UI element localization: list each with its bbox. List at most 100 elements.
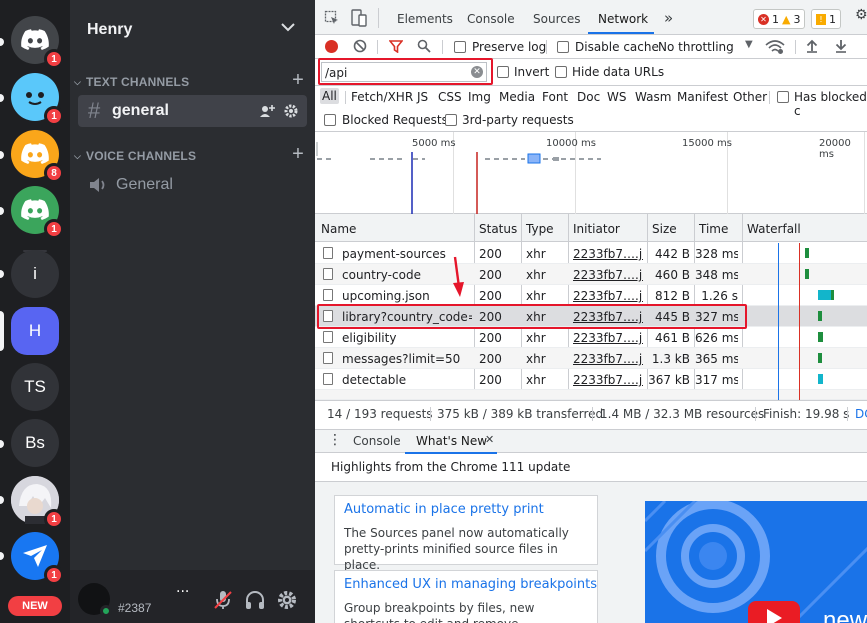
server-henry[interactable]: H bbox=[11, 307, 59, 355]
export-har-icon[interactable] bbox=[835, 39, 847, 53]
mic-muted-icon[interactable] bbox=[212, 589, 234, 611]
type-filter-ws[interactable]: WS bbox=[607, 90, 626, 104]
server-bs[interactable]: Bs bbox=[11, 419, 59, 467]
more-tabs-icon[interactable]: » bbox=[664, 9, 673, 27]
gear-icon[interactable] bbox=[283, 103, 299, 119]
hide-data-urls-checkbox[interactable] bbox=[555, 66, 567, 78]
type-filter-other[interactable]: Other bbox=[733, 90, 767, 104]
tab-console[interactable]: Console bbox=[467, 12, 515, 26]
type-filter-doc[interactable]: Doc bbox=[577, 90, 600, 104]
type-filter-all[interactable]: All bbox=[320, 88, 339, 104]
request-initiator-link[interactable]: 2233fb7….j… bbox=[573, 352, 643, 366]
tab-elements[interactable]: Elements bbox=[397, 12, 453, 26]
table-row[interactable]: detectable 200 xhr 2233fb7….j… 367 kB 31… bbox=[315, 369, 867, 390]
settings-icon[interactable]: ⚙ bbox=[855, 7, 867, 23]
promo-video-thumbnail[interactable]: new bbox=[645, 501, 867, 623]
col-type-header[interactable]: Type bbox=[526, 222, 554, 236]
drawer-tab-console[interactable]: Console bbox=[353, 434, 401, 448]
table-row[interactable]: upcoming.json 200 xhr 2233fb7….j… 812 B … bbox=[315, 285, 867, 306]
feature-card[interactable]: Automatic in place pretty print The Sour… bbox=[334, 495, 598, 572]
filter-value: /api bbox=[325, 66, 348, 80]
info-counter[interactable]: ! 1 bbox=[811, 9, 841, 29]
channel-voice-general[interactable]: General bbox=[78, 169, 307, 201]
table-row[interactable]: country-code 200 xhr 2233fb7….j… 460 B 3… bbox=[315, 264, 867, 285]
type-filter-fetch-xhr[interactable]: Fetch/XHR bbox=[351, 90, 413, 104]
clear-filter-icon[interactable]: ✕ bbox=[471, 66, 483, 78]
feature-card[interactable]: Enhanced UX in managing breakpoints Grou… bbox=[334, 570, 598, 623]
disable-cache-checkbox[interactable] bbox=[557, 41, 569, 53]
filter-input[interactable]: /api ✕ bbox=[321, 62, 487, 82]
third-party-checkbox[interactable] bbox=[445, 114, 457, 126]
search-icon[interactable] bbox=[417, 39, 431, 53]
request-time: 365 ms bbox=[695, 352, 738, 366]
issues-counter[interactable]: ✕ 1 ▲ 3 bbox=[753, 9, 806, 29]
server-ts[interactable]: TS bbox=[11, 363, 59, 411]
request-initiator-link[interactable]: 2233fb7….j… bbox=[573, 247, 643, 261]
table-row-selected[interactable]: library?country_code=… 200 xhr 2233fb7….… bbox=[315, 306, 867, 327]
add-member-icon[interactable] bbox=[259, 103, 275, 119]
col-initiator-header[interactable]: Initiator bbox=[573, 222, 620, 236]
drawer-tab-whats-new[interactable]: What's New bbox=[416, 434, 487, 448]
tab-sources[interactable]: Sources bbox=[533, 12, 580, 26]
blocked-requests-checkbox[interactable] bbox=[324, 114, 336, 126]
server-smiley[interactable]: 1 bbox=[11, 73, 64, 126]
new-unreads-pill[interactable]: NEW bbox=[8, 596, 62, 616]
col-status-header[interactable]: Status bbox=[479, 222, 517, 236]
col-waterfall-header[interactable]: Waterfall bbox=[747, 222, 801, 236]
disable-cache-label: Disable cache bbox=[575, 40, 659, 54]
server-green[interactable]: 1 bbox=[11, 186, 64, 239]
type-filter-js[interactable]: JS bbox=[417, 90, 428, 104]
inspect-element-icon[interactable] bbox=[324, 10, 340, 26]
feature-title-link[interactable]: Automatic in place pretty print bbox=[344, 502, 544, 517]
drawer-menu-icon[interactable]: ⋮ bbox=[328, 432, 342, 448]
col-size-header[interactable]: Size bbox=[652, 222, 677, 236]
type-filter-wasm[interactable]: Wasm bbox=[635, 90, 671, 104]
table-row[interactable]: eligibility 200 xhr 2233fb7….j… 461 B 62… bbox=[315, 327, 867, 348]
request-initiator-link[interactable]: 2233fb7….j… bbox=[573, 310, 643, 324]
type-filter-img[interactable]: Img bbox=[468, 90, 491, 104]
add-channel-icon[interactable]: + bbox=[292, 143, 304, 166]
add-channel-icon[interactable]: + bbox=[292, 69, 304, 92]
throttling-select[interactable]: No throttling bbox=[658, 40, 734, 54]
filter-bar: /api ✕ Invert Hide data URLs bbox=[315, 59, 867, 86]
import-har-icon[interactable] bbox=[806, 39, 818, 53]
avatar[interactable] bbox=[78, 583, 112, 617]
type-filter-css[interactable]: CSS bbox=[438, 90, 462, 104]
table-row[interactable]: messages?limit=50 200 xhr 2233fb7….j… 1.… bbox=[315, 348, 867, 369]
col-name-header[interactable]: Name bbox=[321, 222, 356, 236]
invert-checkbox[interactable] bbox=[497, 66, 509, 78]
record-icon[interactable] bbox=[325, 40, 338, 53]
server-orange[interactable]: 8 bbox=[11, 130, 64, 183]
clear-icon[interactable] bbox=[353, 39, 367, 53]
request-initiator-link[interactable]: 2233fb7….j… bbox=[573, 331, 643, 345]
has-blocked-cookies-checkbox[interactable] bbox=[777, 91, 789, 103]
toolbar-divider bbox=[546, 40, 547, 54]
server-i[interactable]: i bbox=[11, 250, 59, 298]
type-filter-manifest[interactable]: Manifest bbox=[677, 90, 728, 104]
category-text-channels[interactable]: ⌵ TEXT CHANNELS + bbox=[74, 69, 304, 91]
feature-title-link[interactable]: Enhanced UX in managing breakpoints bbox=[344, 577, 597, 592]
table-row-partial[interactable] bbox=[315, 390, 867, 400]
request-initiator-link[interactable]: 2233fb7….j… bbox=[573, 289, 643, 303]
gear-icon[interactable] bbox=[276, 589, 298, 611]
server-anime[interactable]: 1 bbox=[11, 476, 64, 529]
preserve-log-checkbox[interactable] bbox=[454, 41, 466, 53]
category-voice-channels[interactable]: ⌵ VOICE CHANNELS + bbox=[74, 143, 304, 165]
channel-general[interactable]: # general bbox=[78, 95, 307, 127]
filter-icon[interactable] bbox=[389, 40, 403, 53]
tab-network[interactable]: Network bbox=[598, 12, 648, 26]
type-filter-font[interactable]: Font bbox=[542, 90, 568, 104]
request-initiator-link[interactable]: 2233fb7….j… bbox=[573, 268, 643, 282]
table-row[interactable]: payment-sources 200 xhr 2233fb7….j… 442 … bbox=[315, 243, 867, 264]
request-initiator-link[interactable]: 2233fb7….j… bbox=[573, 373, 643, 387]
server-bird[interactable]: 1 bbox=[11, 532, 64, 585]
col-time-header[interactable]: Time bbox=[699, 222, 728, 236]
headphones-icon[interactable] bbox=[244, 589, 266, 611]
guild-header[interactable]: Henry bbox=[70, 0, 315, 60]
type-filter-media[interactable]: Media bbox=[499, 90, 535, 104]
server-home[interactable]: 1 bbox=[11, 16, 64, 69]
network-overview[interactable]: 5000 ms 10000 ms 15000 ms 20000 ms bbox=[315, 132, 867, 214]
device-toolbar-icon[interactable] bbox=[351, 9, 367, 27]
network-conditions-icon[interactable] bbox=[765, 39, 785, 55]
close-icon[interactable]: ✕ bbox=[485, 433, 494, 446]
